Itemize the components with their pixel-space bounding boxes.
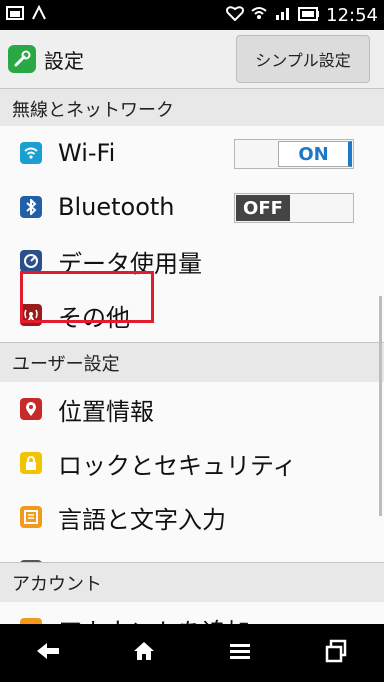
settings-item-language-input[interactable]: 言語と文字入力	[0, 490, 384, 545]
back-arrow-icon	[35, 641, 61, 665]
section-title: アカウント	[12, 574, 102, 595]
status-time: 12:54	[326, 4, 378, 26]
section-wireless-networks: 無線とネットワーク	[0, 88, 384, 130]
selection-highlight-box	[20, 271, 154, 323]
section-user-settings: ユーザー設定	[0, 342, 384, 384]
home-icon	[132, 640, 156, 666]
settings-item-label: Bluetooth	[58, 193, 175, 221]
home-button[interactable]	[121, 630, 167, 676]
recent-apps-button[interactable]	[313, 630, 359, 676]
section-title: ユーザー設定	[12, 354, 120, 375]
signal-icon	[274, 5, 292, 25]
section-title: 無線とネットワーク	[12, 100, 174, 121]
navigation-bar	[0, 624, 384, 682]
heart-icon	[226, 5, 245, 25]
settings-item-label: ロックとセキュリティ	[58, 451, 297, 480]
settings-item-lock-security[interactable]: ロックとセキュリティ	[0, 436, 384, 491]
back-button[interactable]	[25, 630, 71, 676]
bluetooth-toggle[interactable]: OFF	[234, 193, 354, 223]
signal-sparkle-icon	[30, 4, 48, 26]
bluetooth-icon	[20, 196, 42, 218]
settings-item-wifi[interactable]: Wi-Fi ON	[0, 126, 384, 181]
settings-icon	[8, 45, 36, 73]
settings-item-location[interactable]: 位置情報	[0, 382, 384, 437]
location-pin-icon	[20, 398, 42, 420]
wifi-toggle[interactable]: ON	[234, 139, 354, 169]
simple-settings-button[interactable]: シンプル設定	[236, 35, 370, 83]
battery-icon	[298, 6, 320, 25]
scrollbar[interactable]	[379, 296, 382, 516]
app-bar: 設定 シンプル設定	[0, 30, 384, 89]
settings-item-label: 位置情報	[58, 397, 154, 426]
menu-button[interactable]	[217, 630, 263, 676]
settings-item-label: Wi-Fi	[58, 139, 116, 167]
screenshot-icon	[6, 5, 24, 25]
page-title: 設定	[44, 48, 84, 73]
toggle-state: ON	[278, 141, 352, 167]
section-account: アカウント	[0, 562, 384, 604]
settings-item-label: 言語と文字入力	[58, 505, 226, 534]
wifi-icon	[20, 142, 42, 164]
keyboard-icon	[20, 506, 42, 528]
settings-item-bluetooth[interactable]: Bluetooth OFF	[0, 180, 384, 235]
wifi-status-icon	[250, 5, 268, 25]
recent-apps-icon	[324, 639, 348, 667]
lock-icon	[20, 452, 42, 474]
status-bar: 12:54	[0, 0, 384, 30]
toggle-state: OFF	[236, 195, 290, 221]
data-usage-icon	[20, 250, 42, 272]
menu-icon	[228, 642, 252, 664]
